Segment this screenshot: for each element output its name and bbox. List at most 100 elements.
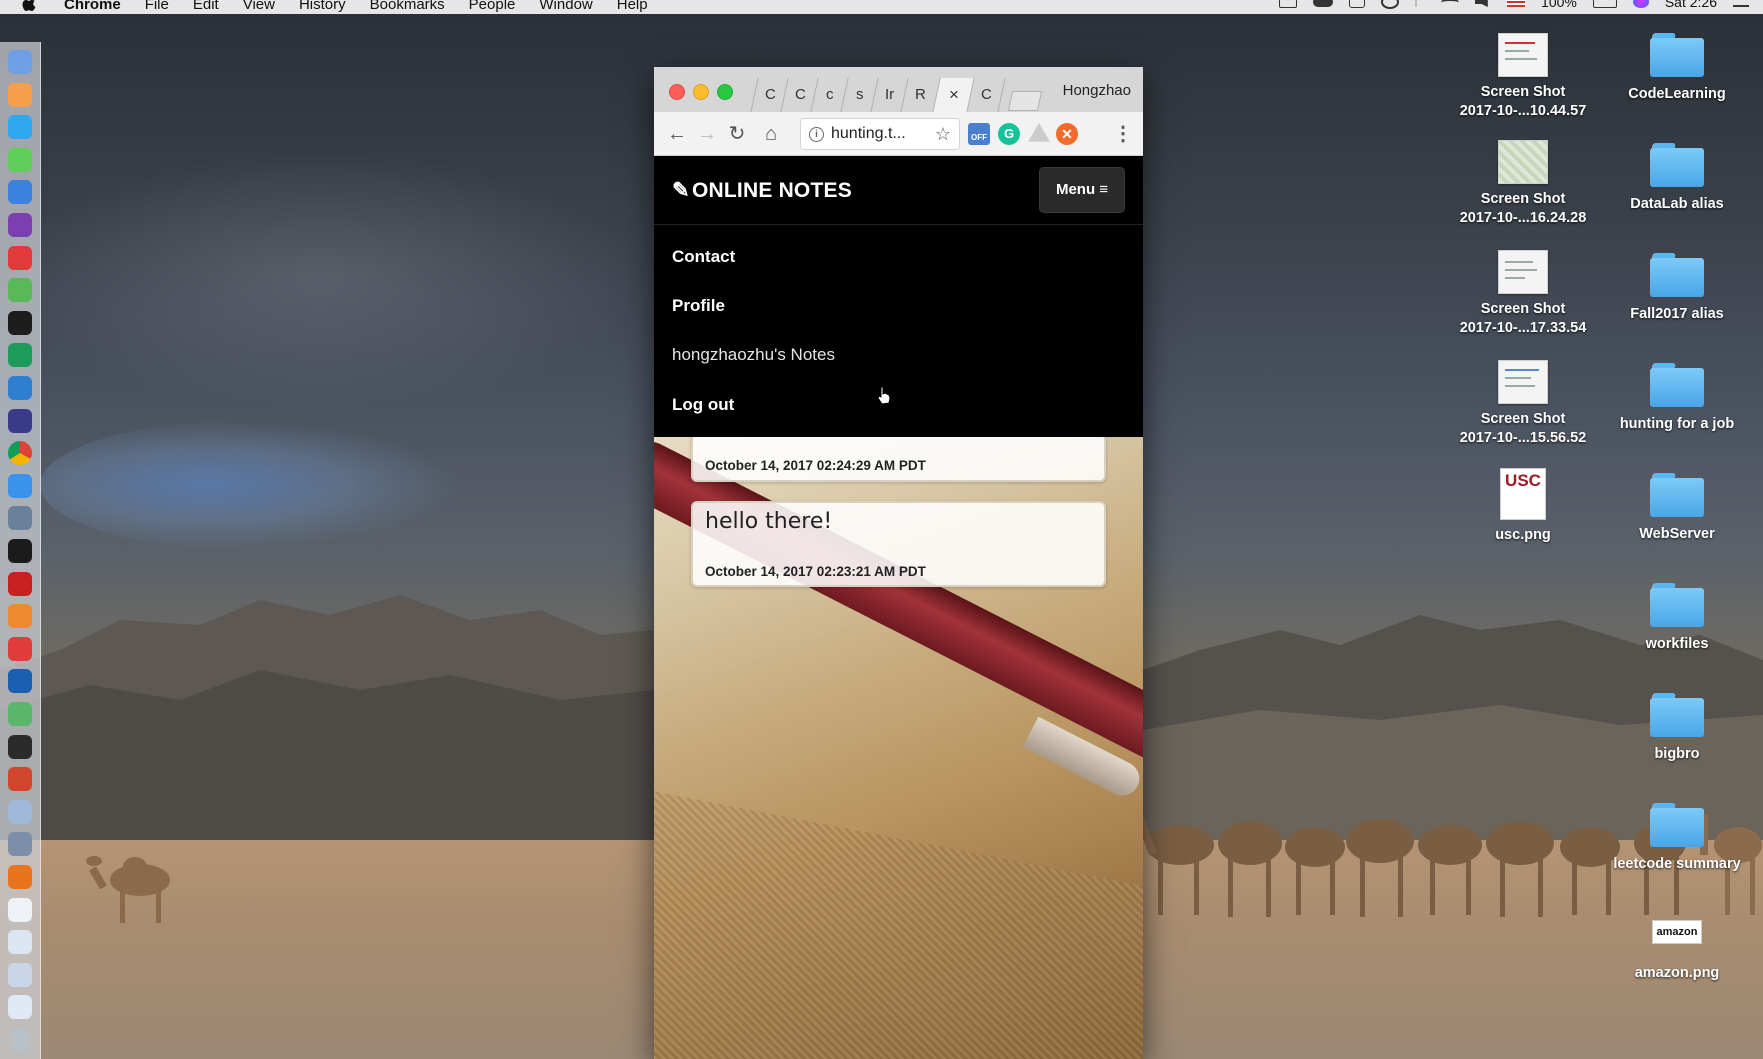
desktop-folder-codelearning[interactable]: CodeLearning bbox=[1602, 33, 1752, 104]
stack-icon-2[interactable] bbox=[8, 995, 32, 1020]
photos-icon[interactable] bbox=[8, 82, 32, 107]
address-bar[interactable]: i hunting.t... ☆ bbox=[800, 118, 960, 150]
forward-arrow-icon[interactable]: → bbox=[696, 123, 718, 145]
close-extension-icon[interactable]: ✕ bbox=[1056, 123, 1078, 145]
firefox-icon[interactable] bbox=[8, 865, 32, 889]
pycharm-icon[interactable] bbox=[8, 343, 32, 368]
nav-link-contact[interactable]: Contact bbox=[672, 247, 735, 267]
window-close-button[interactable] bbox=[669, 84, 685, 100]
wifi-icon[interactable] bbox=[1441, 0, 1460, 7]
desktop-file-screenshot-3[interactable]: Screen Shot 2017-10-...17.33.54 bbox=[1448, 250, 1598, 338]
desktop-file-screenshot-2[interactable]: Screen Shot 2017-10-...16.24.28 bbox=[1448, 140, 1598, 228]
desktop-folder-leetcode-summary[interactable]: leetcode summary bbox=[1602, 803, 1752, 874]
menubar-clock[interactable]: Sat 2:26 bbox=[1665, 0, 1717, 10]
virtualbox-icon[interactable] bbox=[8, 506, 32, 531]
desktop-folder-fall2017-alias[interactable]: Fall2017 alias bbox=[1602, 253, 1752, 324]
drive-extension-icon[interactable] bbox=[1028, 123, 1050, 142]
nav-link-profile[interactable]: Profile bbox=[672, 296, 725, 316]
note-card[interactable]: hello there! October 14, 2017 02:23:21 A… bbox=[691, 501, 1106, 587]
desktop-folder-webserver[interactable]: WebServer bbox=[1602, 473, 1752, 544]
netease-music-icon[interactable] bbox=[8, 245, 32, 270]
terminal-icon[interactable] bbox=[8, 539, 32, 563]
browser-tab-8[interactable]: C bbox=[966, 78, 1006, 112]
close-icon[interactable]: × bbox=[949, 78, 959, 112]
home-icon[interactable]: ⌂ bbox=[760, 123, 782, 145]
downloads-icon[interactable] bbox=[8, 930, 32, 955]
desktop-file-usc-png[interactable]: USC usc.png bbox=[1448, 468, 1598, 545]
extension-off-icon[interactable]: OFF bbox=[968, 123, 990, 145]
desktop-folder-hunting-for-a-job[interactable]: hunting for a job bbox=[1602, 363, 1752, 434]
desktop-folder-bigbro[interactable]: bigbro bbox=[1602, 693, 1752, 764]
powerpoint-icon[interactable] bbox=[8, 767, 32, 792]
messages-icon[interactable] bbox=[8, 115, 32, 140]
new-tab-button[interactable] bbox=[1007, 91, 1043, 111]
app-icon-3[interactable] bbox=[8, 832, 32, 857]
back-arrow-icon[interactable]: ← bbox=[666, 123, 688, 145]
menubar-help[interactable]: Help bbox=[617, 0, 648, 13]
desktop-file-screenshot-4[interactable]: Screen Shot 2017-10-...15.56.52 bbox=[1448, 360, 1598, 448]
safari-icon[interactable] bbox=[8, 473, 32, 498]
trash-icon[interactable] bbox=[11, 1028, 29, 1052]
wechat-icon[interactable] bbox=[8, 147, 32, 172]
chrome-titlebar[interactable]: C C c s Ir R × C Hongzhao bbox=[654, 67, 1143, 113]
reload-icon[interactable]: ↻ bbox=[726, 123, 748, 145]
desktop-file-label: Screen Shot bbox=[1480, 191, 1566, 207]
window-minimize-button[interactable] bbox=[693, 84, 709, 100]
screen-record-icon[interactable] bbox=[1279, 0, 1298, 8]
siri-icon[interactable] bbox=[1632, 0, 1649, 8]
bookmark-star-icon[interactable]: ☆ bbox=[935, 119, 951, 149]
nav-link-my-notes[interactable]: hongzhaozhu's Notes bbox=[672, 345, 835, 365]
desktop-file-amazon-png[interactable]: amazon amazon.png bbox=[1602, 920, 1752, 983]
documents-icon[interactable] bbox=[8, 897, 32, 922]
spotlight-search-icon[interactable] bbox=[1381, 0, 1400, 9]
quicktime-icon[interactable] bbox=[8, 669, 32, 694]
address-bar-url[interactable]: hunting.t... bbox=[831, 119, 906, 149]
menubar-app-name[interactable]: Chrome bbox=[64, 0, 121, 13]
nav-link-logout[interactable]: Log out bbox=[672, 395, 734, 415]
menu-toggle-button[interactable]: Menu ≡ bbox=[1039, 167, 1125, 213]
sublime-icon[interactable] bbox=[8, 604, 32, 629]
notification-center-icon[interactable] bbox=[1733, 0, 1749, 7]
youdao-icon[interactable] bbox=[8, 636, 32, 661]
site-info-icon[interactable]: i bbox=[809, 127, 824, 142]
filezilla-icon[interactable] bbox=[8, 571, 32, 596]
wechat-tray-icon[interactable] bbox=[1313, 0, 1334, 7]
folder-icon bbox=[1650, 253, 1704, 297]
us-flag-icon[interactable] bbox=[1507, 0, 1526, 7]
desktop-folder-workfiles[interactable]: workfiles bbox=[1602, 583, 1752, 654]
volume-icon[interactable] bbox=[1475, 0, 1488, 7]
app-icon-2[interactable] bbox=[8, 702, 32, 726]
menubar-history[interactable]: History bbox=[299, 0, 346, 13]
site-brand[interactable]: ✎ ONLINE NOTES bbox=[672, 178, 852, 203]
stack-icon[interactable] bbox=[8, 962, 32, 987]
menubar-view[interactable]: View bbox=[243, 0, 275, 13]
folder-icon bbox=[1650, 803, 1704, 847]
chrome-profile-name[interactable]: Hongzhao bbox=[1063, 82, 1131, 99]
apple-logo-icon[interactable] bbox=[20, 0, 38, 11]
bluetooth-icon[interactable] bbox=[1415, 0, 1425, 7]
eclipse-icon[interactable] bbox=[8, 408, 32, 433]
baidu-icon[interactable] bbox=[8, 180, 32, 205]
menubar-window[interactable]: Window bbox=[539, 0, 592, 13]
window-zoom-button[interactable] bbox=[717, 84, 733, 100]
chrome-menu-kebab-icon[interactable]: ⋮ bbox=[1112, 123, 1134, 145]
menubar-people[interactable]: People bbox=[469, 0, 516, 13]
menubar-edit[interactable]: Edit bbox=[193, 0, 219, 13]
finder-icon[interactable] bbox=[8, 50, 32, 74]
note-card[interactable]: October 14, 2017 02:24:29 AM PDT bbox=[691, 437, 1106, 482]
background-pen bbox=[654, 437, 1143, 780]
chrome-icon[interactable] bbox=[8, 441, 32, 466]
intellij-icon[interactable] bbox=[8, 310, 32, 335]
vscode-icon[interactable] bbox=[8, 376, 32, 400]
desktop-file-screenshot-1[interactable]: Screen Shot 2017-10-...10.44.57 bbox=[1448, 33, 1598, 121]
grammarly-icon[interactable]: G bbox=[998, 123, 1020, 145]
preview-icon[interactable] bbox=[8, 799, 32, 824]
activity-monitor-icon[interactable] bbox=[8, 734, 32, 759]
app-icon[interactable] bbox=[8, 278, 32, 303]
clipboard-tray-icon[interactable] bbox=[1349, 0, 1366, 8]
desktop-folder-datalab-alias[interactable]: DataLab alias bbox=[1602, 143, 1752, 214]
menubar-file[interactable]: File bbox=[145, 0, 169, 13]
battery-icon[interactable] bbox=[1592, 0, 1617, 8]
menubar-bookmarks[interactable]: Bookmarks bbox=[370, 0, 445, 13]
onenote-icon[interactable] bbox=[8, 213, 32, 237]
